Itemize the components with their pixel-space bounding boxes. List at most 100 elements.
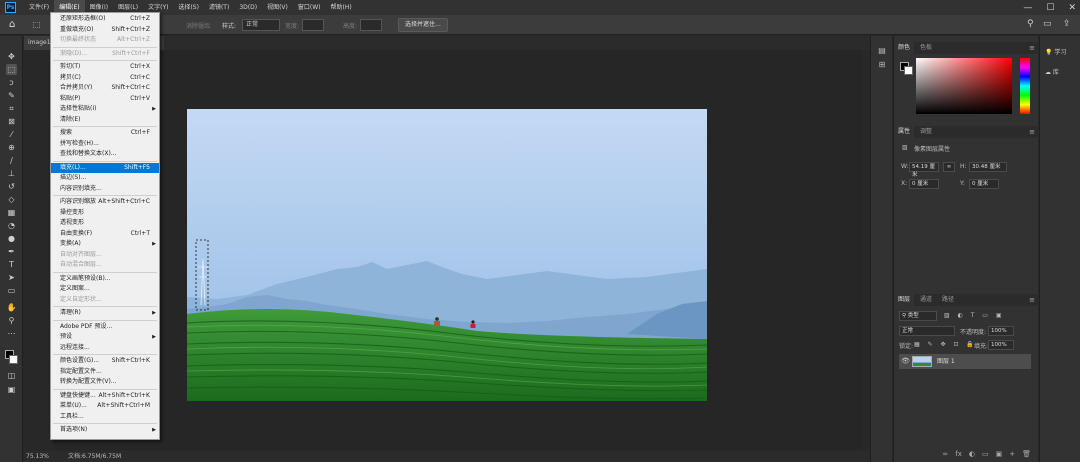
fill-field[interactable]: 100%	[988, 340, 1014, 350]
style-select[interactable]: 正常	[242, 19, 280, 31]
edit-menu-item[interactable]: 剪切(T) Ctrl+X	[51, 62, 159, 72]
navigator-icon[interactable]: ⊞	[877, 60, 887, 70]
tab-layers[interactable]: 图层	[894, 294, 915, 306]
quick-mask-icon[interactable]: ◫	[6, 370, 17, 381]
link-dimensions-icon[interactable]: ∞	[943, 162, 955, 172]
quick-select-tool-icon[interactable]: ✎	[6, 90, 17, 101]
type-tool-icon[interactable]: T	[6, 259, 17, 270]
edit-menu-item[interactable]: 转换为配置文件(V)...	[51, 377, 159, 387]
edit-menu-item[interactable]: 拼写检查(H)...	[51, 139, 159, 149]
blend-mode-select[interactable]: 正常	[899, 326, 955, 336]
edit-menu-item[interactable]: 操控变形	[51, 208, 159, 218]
layer-style-icon[interactable]: fx	[955, 450, 962, 458]
edit-menu-item[interactable]: 自由变换(F) Ctrl+T	[51, 229, 159, 239]
w-field[interactable]: 54.19 厘米	[909, 162, 939, 178]
edit-menu-item[interactable]: 定义图案...	[51, 284, 159, 294]
brush-tool-icon[interactable]: ∕	[6, 155, 17, 166]
edit-menu-item[interactable]: 还原矩形选框(O) Ctrl+Z	[51, 14, 159, 24]
gradient-tool-icon[interactable]: ▦	[6, 207, 17, 218]
home-icon[interactable]: ⌂	[9, 19, 21, 31]
libraries-item[interactable]: ☁ 库	[1045, 67, 1059, 79]
clone-stamp-tool-icon[interactable]: ⊥	[6, 168, 17, 179]
menu-help[interactable]: 帮助(H)	[326, 0, 357, 15]
rectangle-tool-icon[interactable]: ▭	[6, 285, 17, 296]
zoom-tool-icon[interactable]: ⚲	[6, 315, 17, 326]
search-icon[interactable]: ⚲	[1027, 19, 1034, 29]
maximize-button[interactable]: ☐	[1046, 3, 1054, 13]
menu-3d[interactable]: 3D(D)	[234, 0, 262, 15]
y-field[interactable]: 0 厘米	[969, 179, 999, 189]
edit-menu-item[interactable]: 选择性粘贴(I) ▶	[51, 104, 159, 114]
menu-view[interactable]: 视图(V)	[262, 0, 293, 15]
close-button[interactable]: ✕	[1068, 3, 1076, 13]
frame-tool-icon[interactable]: ⊠	[6, 116, 17, 127]
screen-mode-icon[interactable]: ▣	[6, 384, 17, 395]
blur-tool-icon[interactable]: ◔	[6, 220, 17, 231]
zoom-level[interactable]: 75.13%	[26, 451, 49, 462]
dodge-tool-icon[interactable]: ●	[6, 233, 17, 244]
menu-window[interactable]: 窗口(W)	[293, 0, 326, 15]
edit-menu-item[interactable]: 填充(L)... Shift+F5	[51, 162, 159, 173]
hand-tool-icon[interactable]: ✋	[6, 302, 17, 313]
edit-menu-item[interactable]: 预设 ▶	[51, 332, 159, 342]
history-brush-tool-icon[interactable]: ↺	[6, 181, 17, 192]
layer-filter-icons[interactable]: ▨ ◐ T ▭ ▣	[944, 312, 1005, 319]
hue-slider[interactable]	[1020, 58, 1030, 114]
edit-menu-item[interactable]: 首选项(N) ▶	[51, 425, 159, 435]
edit-menu-item[interactable]: 拷贝(C) Ctrl+C	[51, 73, 159, 83]
edit-menu-item[interactable]: 粘贴(P) Ctrl+V	[51, 94, 159, 104]
layer-row[interactable]: 👁 图层 1	[899, 354, 1031, 369]
pen-tool-icon[interactable]: ✒	[6, 246, 17, 257]
path-select-tool-icon[interactable]: ➤	[6, 272, 17, 283]
tab-properties[interactable]: 属性	[894, 126, 915, 138]
edit-menu-item[interactable]: 搜索 Ctrl+F	[51, 128, 159, 138]
tab-swatches[interactable]: 色板	[916, 42, 936, 54]
layer-mask-icon[interactable]: ▭	[982, 450, 989, 458]
background-color-swatch[interactable]	[9, 355, 18, 364]
menu-select[interactable]: 选择(S)	[173, 0, 204, 15]
workspace-icon[interactable]: ▭	[1043, 19, 1052, 29]
minimize-button[interactable]: —	[1023, 3, 1032, 13]
edit-menu-item[interactable]: 指定配置文件...	[51, 367, 159, 377]
width-field[interactable]	[302, 19, 324, 31]
delete-layer-icon[interactable]: 🗑	[1022, 450, 1031, 458]
edit-menu-item[interactable]: 清除(E)	[51, 115, 159, 125]
menu-filter[interactable]: 滤镜(T)	[204, 0, 234, 15]
edit-menu-item[interactable]: 重做填充(O) Shift+Ctrl+Z	[51, 25, 159, 35]
x-field[interactable]: 0 厘米	[909, 179, 939, 189]
edit-menu-item[interactable]: 透视变形	[51, 218, 159, 228]
tab-color[interactable]: 颜色	[894, 42, 915, 54]
healing-brush-tool-icon[interactable]: ⊕	[6, 142, 17, 153]
learn-item[interactable]: 💡 学习	[1045, 47, 1066, 59]
marquee-tool-icon[interactable]: ⬚	[6, 64, 17, 75]
crop-tool-icon[interactable]: ⌗	[6, 103, 17, 114]
move-tool-icon[interactable]: ✥	[6, 51, 17, 62]
link-layers-icon[interactable]: ∞	[942, 450, 948, 458]
layers-menu-icon[interactable]: ≡	[1029, 294, 1035, 306]
lock-icons[interactable]: ▦ ✎ ✥ ⊡ 🔒	[914, 341, 977, 348]
more-tools-icon[interactable]: ⋯	[6, 328, 17, 339]
color-field[interactable]	[916, 58, 1012, 114]
edit-menu-item[interactable]: 清理(R) ▶	[51, 308, 159, 318]
edit-menu-item[interactable]: 变换(A) ▶	[51, 239, 159, 249]
edit-menu-item[interactable]: 键盘快捷键... Alt+Shift+Ctrl+K	[51, 391, 159, 401]
edit-menu-item[interactable]: Adobe PDF 预设...	[51, 322, 159, 332]
panel-background-swatch[interactable]	[904, 66, 913, 75]
select-and-mask-button[interactable]: 选择并遮住...	[398, 18, 448, 32]
new-layer-icon[interactable]: +	[1009, 450, 1015, 458]
tab-paths[interactable]: 路径	[938, 294, 958, 306]
edit-menu-item[interactable]: 合并拷贝(Y) Shift+Ctrl+C	[51, 83, 159, 93]
edit-menu-item[interactable]: 远程连接...	[51, 343, 159, 353]
tab-adjustments[interactable]: 调整	[916, 126, 936, 138]
marquee-preset-icon[interactable]: ⬚	[31, 19, 42, 30]
edit-menu-item[interactable]: 定义画笔预设(B)...	[51, 274, 159, 284]
edit-menu-item[interactable]: 内容识别缩放 Alt+Shift+Ctrl+C	[51, 197, 159, 207]
doc-info[interactable]: 文档:6.75M/6.75M	[68, 451, 121, 462]
edit-menu-item[interactable]: 描边(S)...	[51, 173, 159, 183]
share-icon[interactable]: ⇪	[1063, 19, 1071, 29]
eraser-tool-icon[interactable]: ◇	[6, 194, 17, 205]
edit-menu-item[interactable]: 内容识别填充...	[51, 184, 159, 194]
edit-menu-item[interactable]: 工具栏...	[51, 412, 159, 422]
adjustment-layer-icon[interactable]: ◐	[969, 450, 975, 458]
visibility-eye-icon[interactable]: 👁	[901, 357, 910, 365]
